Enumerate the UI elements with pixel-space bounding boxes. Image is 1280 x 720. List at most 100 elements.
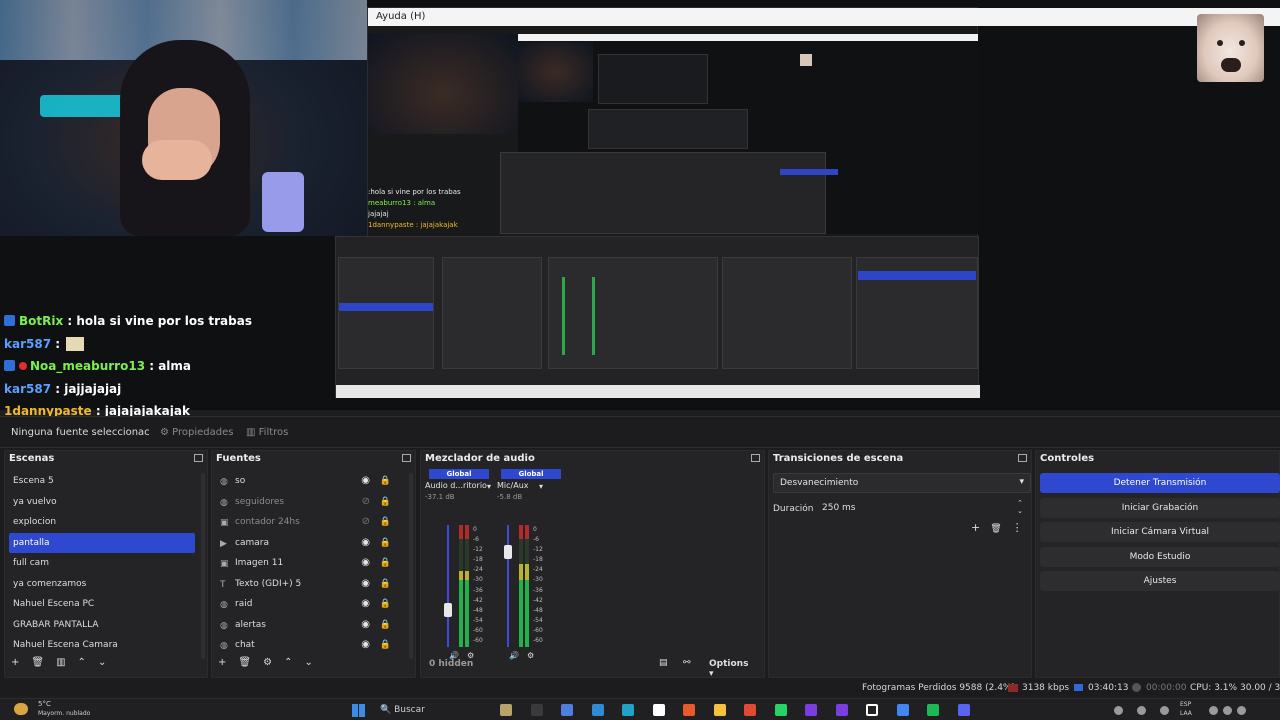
store-icon[interactable] [591,704,604,716]
source-item[interactable]: ▶ camara ◉ 🔒 [216,533,403,554]
obs-icon[interactable] [866,704,878,716]
eye-icon[interactable]: ◉ [361,471,370,491]
stop-stream-button[interactable]: Detener Transmisión [1040,473,1280,493]
firefox-icon[interactable] [683,704,695,716]
source-item[interactable]: ◍ raid ◉ 🔒 [216,594,403,615]
stepper-icon[interactable]: ⌃ ⌄ [1017,499,1023,515]
filter-icon[interactable]: ▥ [56,657,65,668]
volume-fader[interactable] [507,525,509,647]
lock-icon[interactable]: 🔒 [380,635,391,655]
eye-off-icon[interactable]: ⊘ [362,492,370,512]
link-icon[interactable]: ⚯ [683,658,691,668]
scene-item[interactable]: Nahuel Escena PC [9,594,195,615]
lang-label: ESP [1180,701,1192,708]
add-icon[interactable]: + [971,521,980,534]
wifi-icon[interactable] [1209,706,1218,715]
source-item[interactable]: T Texto (GDI+) 5 ◉ 🔒 [216,574,403,595]
lang-indicator[interactable]: ESP LAA [1180,700,1192,718]
scene-item[interactable]: ya comenzamos [9,574,195,595]
twitch-icon[interactable] [835,704,848,716]
eye-icon[interactable]: ◉ [361,533,370,553]
scene-item[interactable]: explocion [9,512,195,533]
source-item[interactable]: ▣ Imagen 11 ◉ 🔒 [216,553,403,574]
eye-icon[interactable]: ◉ [361,594,370,614]
more-icon[interactable]: ⋮ [1012,521,1023,534]
chrome-icon[interactable] [744,704,756,716]
lock-icon[interactable]: 🔒 [380,594,391,614]
lock-icon[interactable]: 🔒 [380,471,391,491]
source-item[interactable]: ◍ seguidores ⊘ 🔒 [216,492,403,513]
source-item[interactable]: ◍ chat ◉ 🔒 [216,635,403,656]
battery-icon[interactable] [1237,706,1246,715]
scene-item[interactable]: Escena 5 [9,471,195,492]
settings-button[interactable]: Ajustes [1040,571,1280,591]
start-virtual-cam-button[interactable]: Iniciar Cámara Virtual [1040,522,1280,542]
add-icon[interactable]: + [11,657,19,668]
scene-item[interactable]: Nahuel Escena Camara [9,635,195,656]
xbox-icon[interactable] [652,704,665,716]
properties-button[interactable]: ⚙ Propiedades [160,427,233,438]
lock-icon[interactable]: 🔒 [380,533,391,553]
lock-icon[interactable]: 🔒 [380,492,391,512]
sources-scrollbar[interactable] [409,473,413,659]
spotify-icon[interactable] [927,704,939,716]
transition-select[interactable]: Desvanecimiento ▾ [773,473,1031,493]
mixer-layout-icon[interactable]: ▤ [659,658,668,668]
start-recording-button[interactable]: Iniciar Grabación [1040,497,1280,518]
scenes-scrollbar[interactable] [201,473,205,659]
terminal-icon[interactable] [530,704,543,716]
volume-fader[interactable] [447,525,449,647]
folder-icon[interactable] [500,704,512,716]
fader-knob[interactable] [444,603,452,618]
trash-icon[interactable]: 🗑 [31,657,44,668]
chrome-icon[interactable] [896,704,909,716]
trash-icon[interactable]: 🗑 [238,657,251,668]
eye-icon[interactable]: ◉ [361,574,370,594]
lock-icon[interactable]: 🔒 [380,574,391,594]
filters-button[interactable]: ▥ Filtros [246,427,288,438]
network-icon[interactable] [1137,706,1146,715]
twitch-icon[interactable] [805,704,817,716]
whatsapp-icon[interactable] [774,704,787,716]
gear-icon[interactable]: ⚙ [263,657,272,668]
scene-item[interactable]: ya vuelvo [9,492,195,513]
chevron-up-icon[interactable]: ⌃ [78,657,86,668]
options-button[interactable]: Options ▾ [709,659,756,679]
lock-icon[interactable]: 🔒 [380,512,391,532]
start-icon[interactable] [352,704,365,717]
undock-icon[interactable] [194,454,203,462]
chevron-up-icon[interactable]: ⌃ [284,657,292,668]
chevron-down-icon[interactable]: ⌄ [98,657,106,668]
source-item[interactable]: ◍ alertas ◉ 🔒 [216,615,403,636]
undock-icon[interactable] [1018,454,1027,462]
chevron-up-icon[interactable] [1114,706,1123,715]
discord-icon[interactable] [957,704,970,716]
eye-off-icon[interactable]: ⊘ [362,512,370,532]
volume-icon[interactable] [1160,706,1169,715]
edge-icon[interactable] [622,704,634,716]
eye-icon[interactable]: ◉ [361,553,370,573]
taskbar-search[interactable]: 🔍 Buscar [380,701,480,719]
scene-item[interactable]: pantalla [9,532,195,553]
app-icon[interactable] [561,704,573,716]
eye-icon[interactable]: ◉ [361,615,370,635]
source-item[interactable]: ◍ so ◉ 🔒 [216,471,403,492]
source-item[interactable]: ▣ contador 24hs ⊘ 🔒 [216,512,403,533]
duration-input[interactable]: 250 ms ⌃ ⌄ [819,499,1029,517]
chevron-down-icon[interactable]: ▾ [487,482,491,491]
scene-item[interactable]: GRABAR PANTALLA [9,615,195,636]
speaker-icon[interactable] [1223,706,1232,715]
lock-icon[interactable]: 🔒 [380,615,391,635]
explorer-icon[interactable] [713,704,726,716]
chevron-down-icon[interactable]: ⌄ [304,657,312,668]
studio-mode-button[interactable]: Modo Estudio [1040,546,1280,567]
trash-icon[interactable]: 🗑 [990,524,1001,534]
lock-icon[interactable]: 🔒 [380,553,391,573]
chevron-down-icon[interactable]: ▾ [539,482,543,491]
undock-icon[interactable] [751,454,760,462]
fader-knob[interactable] [504,544,512,559]
eye-icon[interactable]: ◉ [361,635,370,655]
add-icon[interactable]: + [218,657,226,668]
scene-item[interactable]: full cam [9,553,195,574]
undock-icon[interactable] [402,454,411,462]
